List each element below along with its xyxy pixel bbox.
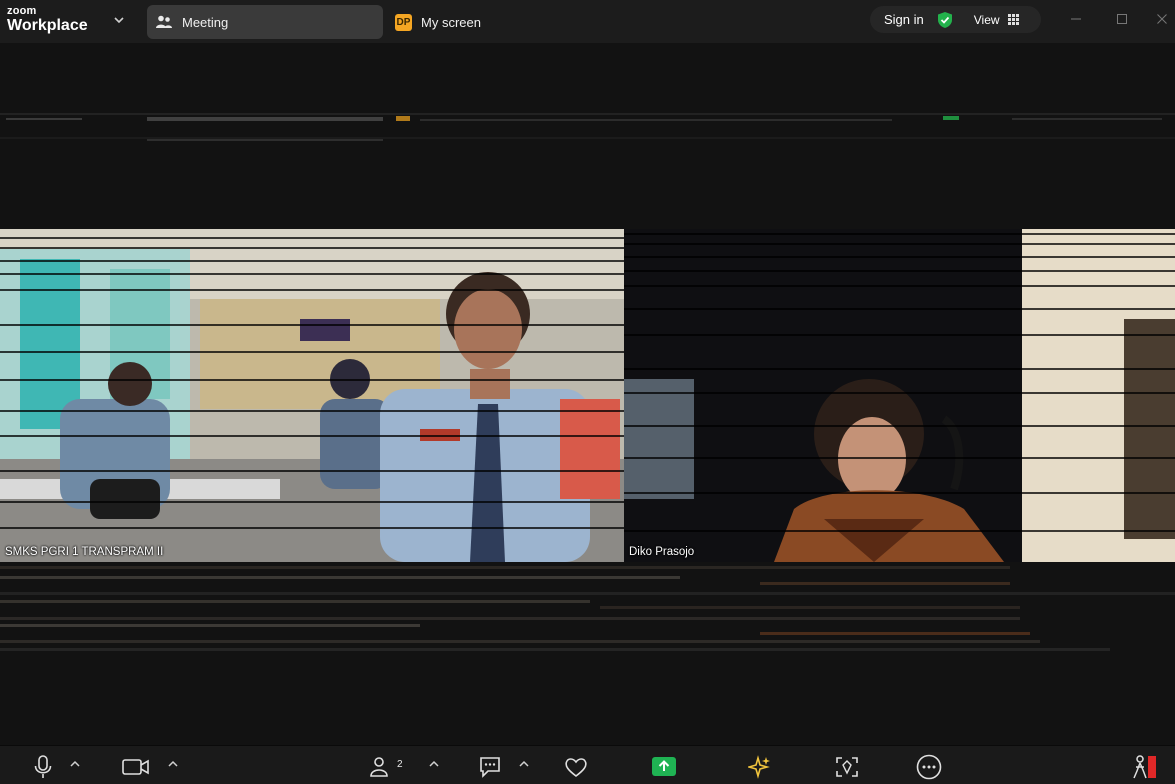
participants-icon <box>156 15 172 28</box>
participants-count: 2 <box>397 759 403 770</box>
ai-companion-button[interactable] <box>748 754 772 780</box>
chevron-up-icon[interactable] <box>168 760 178 768</box>
more-options-icon <box>916 754 942 780</box>
maximize-icon <box>1117 14 1127 24</box>
tab-meeting-label: Meeting <box>182 14 229 30</box>
chevron-up-icon[interactable] <box>70 760 80 768</box>
participant-name-diko: Diko Prasojo <box>629 546 695 558</box>
title-bar: zoom Workplace Meeting DP My screen Sign… <box>0 0 1175 43</box>
shield-check-icon[interactable] <box>937 11 953 29</box>
chat-button[interactable] <box>478 754 502 780</box>
tab-meeting[interactable]: Meeting <box>147 5 383 39</box>
sparkle-icon <box>748 755 770 779</box>
participants-button[interactable] <box>370 754 392 780</box>
heart-icon <box>565 758 587 778</box>
more-button[interactable] <box>916 754 942 780</box>
video-feed <box>0 229 624 562</box>
apps-button[interactable] <box>835 754 859 780</box>
brand-big-text: Workplace <box>7 17 88 34</box>
tab-my-screen-label: My screen <box>421 14 481 30</box>
close-button[interactable] <box>1149 8 1175 30</box>
brand-small-text: zoom <box>7 5 37 17</box>
grid-icon[interactable] <box>1007 14 1019 25</box>
leave-icon <box>1133 755 1156 779</box>
react-button[interactable] <box>563 754 589 780</box>
zoom-workplace-logo[interactable]: zoom Workplace <box>7 5 88 35</box>
meeting-stage: SMKS PGRI 1 TRANSPRAM II Diko Prasojo <box>0 43 1175 745</box>
leave-button[interactable] <box>1130 754 1158 780</box>
minimize-button[interactable] <box>1063 8 1089 30</box>
meeting-toolbar: 2 <box>0 745 1175 784</box>
video-feed <box>624 229 1175 562</box>
microphone-icon <box>34 755 52 778</box>
participant-name-smks: SMKS PGRI 1 TRANSPRAM II <box>5 546 164 558</box>
avatar-badge: DP <box>395 13 412 31</box>
video-tile-diko[interactable]: Diko Prasojo <box>624 229 1175 562</box>
chat-icon <box>480 757 500 778</box>
share-screen-icon <box>652 757 676 776</box>
share-screen-button[interactable] <box>651 754 677 780</box>
view-button[interactable]: View <box>974 13 1000 27</box>
shared-screen-ghost <box>0 113 1175 143</box>
focus-frame-icon <box>836 757 858 777</box>
mute-button[interactable] <box>31 754 55 780</box>
maximize-button[interactable] <box>1109 8 1135 30</box>
close-icon <box>1157 14 1167 24</box>
video-tile-smks[interactable]: SMKS PGRI 1 TRANSPRAM II <box>0 229 624 562</box>
participants-icon <box>370 757 388 777</box>
header-actions: Sign in View <box>870 6 1041 33</box>
chevron-down-icon[interactable] <box>113 14 125 26</box>
sign-in-button[interactable]: Sign in <box>884 12 924 27</box>
tab-my-screen[interactable]: DP My screen <box>392 5 552 39</box>
chevron-up-icon[interactable] <box>519 760 529 768</box>
video-echo-artifact <box>0 562 1175 654</box>
video-camera-icon <box>122 759 149 775</box>
chevron-up-icon[interactable] <box>429 760 439 768</box>
minimize-icon <box>1071 18 1081 20</box>
video-button[interactable] <box>122 754 150 780</box>
